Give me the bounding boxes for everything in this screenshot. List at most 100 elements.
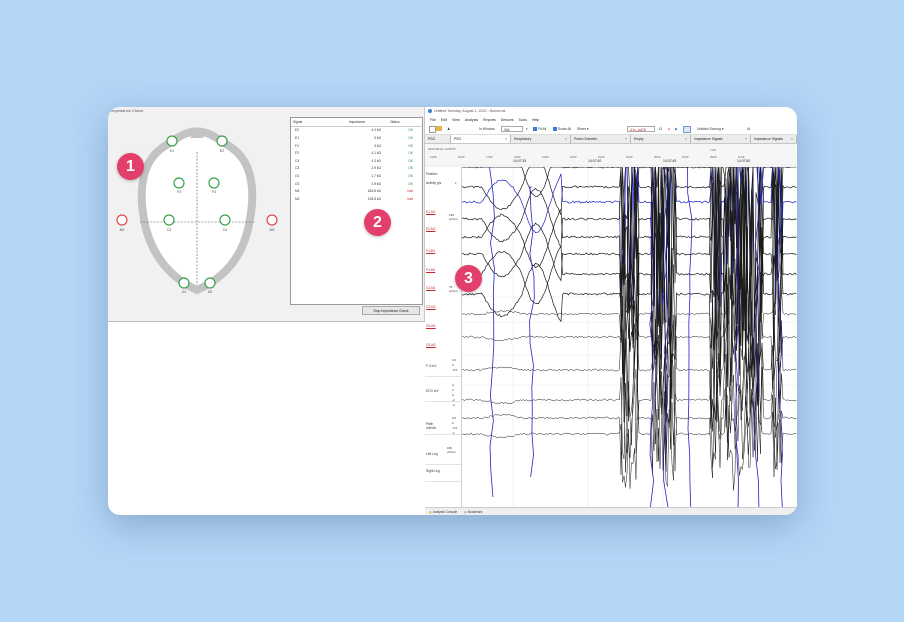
- sheet-button[interactable]: Sheet ▾: [577, 126, 589, 132]
- channel-label[interactable]: O1-M2: [426, 343, 460, 347]
- sheet-tab[interactable]: Pulse Oximeter ×: [571, 135, 631, 143]
- headphones-icon[interactable]: ☊: [659, 126, 662, 132]
- table-row: O2 2.9 kΩ OK: [291, 180, 422, 188]
- scale-all-label: Scale All: [558, 127, 572, 131]
- close-icon[interactable]: ×: [685, 135, 687, 143]
- electrode-m2[interactable]: [266, 214, 278, 226]
- aux-scale-value: 180 µV/cm: [447, 446, 456, 454]
- scale-all-button[interactable]: Scale All: [553, 126, 571, 132]
- electrode-label: F4: [212, 190, 216, 194]
- overview-tick: 15:00: [458, 156, 465, 159]
- grid-icon[interactable]: [683, 126, 691, 133]
- head-diagram: E2 E1 F4 F3 C4 C3 O1 O2 M1 M2: [116, 127, 278, 295]
- play-icon[interactable]: ▶: [675, 126, 678, 132]
- user-icon[interactable]: ♟: [447, 126, 450, 132]
- overview-date: 2023-08-01 14:35:57: [428, 147, 456, 151]
- sheet-tab[interactable]: PSG: [425, 135, 451, 143]
- signal-plot[interactable]: [462, 167, 797, 507]
- menu-analysis[interactable]: Analysis: [465, 116, 478, 124]
- menu-tools[interactable]: Tools: [519, 116, 527, 124]
- cell-signal: E1: [295, 135, 300, 140]
- sheet-tab[interactable]: PSG ×: [451, 135, 511, 143]
- menu-reports[interactable]: Reports: [483, 116, 496, 124]
- fit-all-icon: [533, 127, 537, 132]
- channel-label[interactable]: C3-M2: [426, 305, 460, 309]
- electrode-e1[interactable]: [166, 135, 178, 147]
- sheet-tab[interactable]: Empty ×: [631, 135, 691, 143]
- fit-all-button[interactable]: Fit All: [533, 126, 546, 132]
- menu-edit[interactable]: Edit: [441, 116, 447, 124]
- tab-label: Impedance Signals: [754, 137, 783, 141]
- electrode-label: F3: [177, 190, 181, 194]
- app-title: Untitled Tuesday, August 1, 2023 - Nomur…: [434, 109, 506, 113]
- time-mark: 14:07:50: [737, 159, 751, 163]
- record-icon[interactable]: ●: [668, 126, 670, 132]
- cell-impedance: 4.1 kΩ: [371, 151, 381, 156]
- scoring-select[interactable]: Untitled Scoring ▾: [697, 126, 724, 132]
- electrode-label: E2: [220, 149, 224, 153]
- stop-impedance-button[interactable]: Stop Impedance Check: [362, 306, 420, 315]
- aux-channel-label[interactable]: Pleth unit/div: [426, 422, 444, 430]
- toolbar: ♟ In Window 30s ▾ Fit All Scale All Shee…: [425, 124, 797, 135]
- close-icon[interactable]: ×: [745, 135, 747, 143]
- new-icon[interactable]: [429, 126, 436, 133]
- aux-scale-value: 2: [452, 388, 454, 392]
- cell-status: OK: [408, 143, 413, 148]
- cell-signal: F3: [295, 151, 299, 156]
- electrode-c3[interactable]: [163, 214, 175, 226]
- channel-label[interactable]: F3-M2: [426, 268, 460, 272]
- aux-scale-value: 0: [452, 421, 454, 425]
- menu-help[interactable]: Help: [532, 116, 539, 124]
- electrode-f4[interactable]: [208, 177, 220, 189]
- fit-all-label: Fit All: [538, 127, 547, 131]
- aux-channel-label[interactable]: ECG mV: [426, 389, 444, 393]
- cell-status: OK: [408, 173, 413, 178]
- settings-icon[interactable]: ⚙: [747, 126, 750, 132]
- cell-signal: M1: [295, 189, 300, 194]
- channel-label[interactable]: O2-M1: [426, 324, 460, 328]
- cell-status: OK: [408, 135, 413, 140]
- activity-value: 1: [455, 181, 457, 185]
- cell-status: OK: [408, 181, 413, 186]
- cell-impedance: 1.7 kΩ: [371, 173, 381, 178]
- sheet-tab[interactable]: Impedance Signals ×: [691, 135, 751, 143]
- artifact-trace: [489, 167, 495, 498]
- signal-trace: [462, 375, 797, 491]
- channel-label[interactable]: F4-M1: [426, 249, 460, 253]
- activity-label: Activity g/s: [426, 181, 442, 185]
- cell-signal: C4: [295, 158, 300, 163]
- close-icon[interactable]: ×: [791, 135, 793, 143]
- menu-devices[interactable]: Devices: [501, 116, 514, 124]
- aux-channel-label[interactable]: F-3 mV: [426, 364, 444, 368]
- sheet-tab[interactable]: Respiratory ×: [511, 135, 571, 143]
- aux-channel-label[interactable]: Right Leg: [426, 469, 444, 473]
- console-icon: ▣: [429, 510, 433, 514]
- montage-select[interactable]: A1s_pcD8: [627, 126, 655, 132]
- open-folder-icon[interactable]: [436, 126, 442, 131]
- electrode-c4[interactable]: [219, 214, 231, 226]
- aux-channel-label[interactable]: Left Leg: [426, 452, 444, 456]
- window-select[interactable]: 30s: [501, 126, 523, 132]
- close-icon[interactable]: ×: [625, 135, 627, 143]
- bookmark-tab[interactable]: ▤ Bookmark: [464, 510, 482, 514]
- close-icon[interactable]: ×: [565, 135, 567, 143]
- close-icon[interactable]: ×: [505, 135, 507, 143]
- electrode-f3[interactable]: [173, 177, 185, 189]
- electrode-m1[interactable]: [116, 214, 128, 226]
- menu-view[interactable]: View: [452, 116, 460, 124]
- overview-tick: 14:06: [430, 156, 437, 159]
- channel-label[interactable]: E2-M2: [426, 227, 460, 231]
- col-impedance: Impedance: [348, 119, 366, 124]
- menu-file[interactable]: File: [430, 116, 436, 124]
- chevron-down-icon[interactable]: ▾: [526, 126, 528, 132]
- cell-status: OK: [408, 166, 413, 171]
- sheet-tab[interactable]: Impedance Signals ×: [751, 135, 797, 143]
- channel-divider: [425, 481, 461, 482]
- electrode-e2[interactable]: [216, 135, 228, 147]
- electrode-o1[interactable]: [178, 277, 190, 289]
- screenshot-card: Impedance Check E2 E1 F4 F3 C4 C3 O1 O2 M1 M2 Sig…: [108, 107, 797, 515]
- status-bar: ▣ Analysis Console ▤ Bookmark: [425, 507, 797, 515]
- cell-status: OK: [408, 151, 413, 156]
- electrode-o2[interactable]: [204, 277, 216, 289]
- analysis-console-tab[interactable]: ▣ Analysis Console: [429, 510, 457, 514]
